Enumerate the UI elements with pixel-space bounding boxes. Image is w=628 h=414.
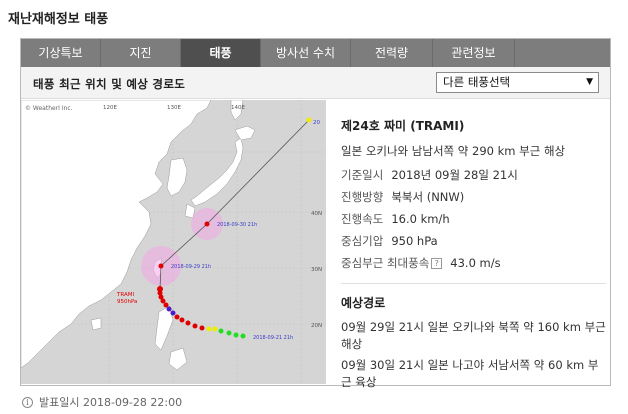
forecast-title: 예상경로 <box>341 296 386 310</box>
forecast-item: 09월 30일 21시 일본 나고야 서남서쪽 약 60 km 부근 육상 <box>341 358 599 389</box>
detail-row: 진행속도 16.0 km/h <box>341 212 450 226</box>
forecast-label: 2018-09-30 21h <box>217 222 257 228</box>
typhoon-track-map: © WeatherI Inc. 120E 130E 140E 40N 30N 2… <box>21 100 326 384</box>
lat-label: 30N <box>311 267 322 273</box>
dropdown-arrow-icon: ▼ <box>586 77 593 87</box>
map-credit: © WeatherI Inc. <box>25 105 73 112</box>
forecast-point <box>158 263 164 269</box>
storm-name: 제24호 짜미 (TRAMI) <box>341 119 465 133</box>
lon-label: 140E <box>231 105 245 111</box>
issued-time: 발표일시 2018-09-28 22:00 <box>39 396 183 409</box>
typhoon-select-value: 다른 태풍선택 <box>443 75 511 89</box>
forecast-item: 09월 29일 21시 일본 오키나와 북쪽 약 160 km 부근 해상 <box>341 320 606 351</box>
detail-row: 진행방향 북북서 (NNW) <box>341 190 465 204</box>
forecast-point <box>306 117 312 123</box>
corner-label: 20 <box>313 120 320 126</box>
detail-row: 기준일시 2018년 09월 28일 21시 <box>341 168 518 182</box>
storm-pressure: 950hPa <box>117 299 137 305</box>
tab-earthquake[interactable]: 지진 <box>101 39 181 67</box>
tab-weather-warning[interactable]: 기상특보 <box>21 39 101 67</box>
typhoon-panel: 기상특보 지진 태풍 방사선 수치 전력량 관련정보 태풍 최근 위치 및 예상… <box>20 38 611 389</box>
footer: i 발표일시 2018-09-28 22:00 <box>22 394 182 410</box>
detail-row: 중심기압 950 hPa <box>341 234 438 248</box>
lat-label: 20N <box>311 323 322 329</box>
tab-typhoon[interactable]: 태풍 <box>181 39 261 67</box>
category-tabs: 기상특보 지진 태풍 방사선 수치 전력량 관련정보 <box>21 39 610 67</box>
help-icon[interactable]: ? <box>431 258 443 269</box>
page-title: 재난재해정보 태풍 <box>8 12 109 27</box>
info-icon: i <box>22 396 33 408</box>
tab-power[interactable]: 전력량 <box>351 39 433 67</box>
subheader-bar: 태풍 최근 위치 및 예상 경로도 다른 태풍선택 ▼ <box>21 67 610 99</box>
forecast-label: 2018-09-29 21h <box>171 264 211 270</box>
forecast-point <box>204 221 210 227</box>
typhoon-select[interactable]: 다른 태풍선택 ▼ <box>436 72 599 93</box>
storm-info: 제24호 짜미 (TRAMI) 일본 오키나와 남남서쪽 약 290 km 부근… <box>341 117 606 395</box>
detail-row: 중심부근 최대풍속? 43.0 m/s <box>341 256 501 270</box>
section-title: 태풍 최근 위치 및 예상 경로도 <box>33 77 186 91</box>
storm-label: TRAMI <box>116 292 134 298</box>
start-label: 2018-09-21 21h <box>253 335 293 341</box>
lon-label: 130E <box>167 105 181 111</box>
tab-related-info[interactable]: 관련정보 <box>433 39 515 67</box>
lat-label: 40N <box>311 211 322 217</box>
storm-location: 일본 오키나와 남남서쪽 약 290 km 부근 해상 <box>341 144 566 158</box>
lon-label: 120E <box>103 105 117 111</box>
divider <box>341 283 606 284</box>
tab-radiation[interactable]: 방사선 수치 <box>261 39 351 67</box>
